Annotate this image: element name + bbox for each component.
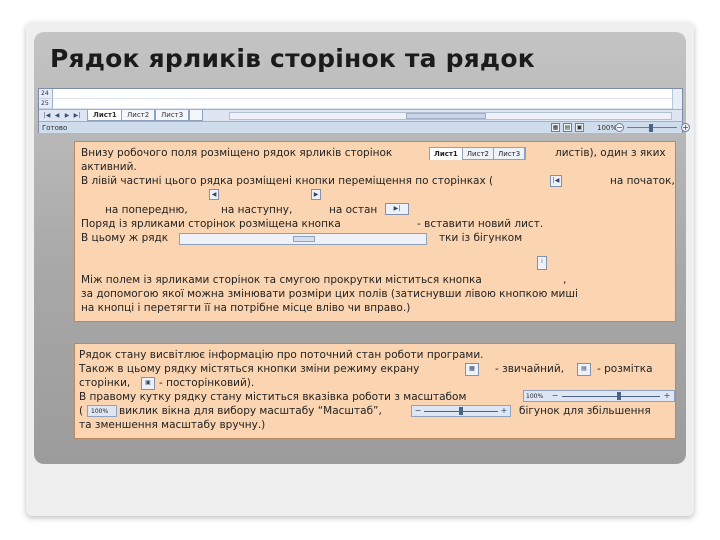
text-line: на наступну, [221, 204, 293, 216]
text-line: Рядок стану висвітлює інформацію про пот… [79, 349, 484, 361]
text-line: на кнопці і перетягти її на потрібне міс… [81, 302, 411, 314]
zoom-slider-image: − + [411, 405, 511, 417]
zoom-label: 100% [526, 393, 544, 400]
text-line: на попередню, [105, 204, 188, 216]
page-break-view-icon: ▣ [141, 377, 155, 390]
zoom-in-icon: + [500, 406, 508, 415]
zoom-button-image: 100% [87, 405, 117, 417]
normal-view-icon[interactable]: ▦ [551, 123, 560, 132]
zoom-knob-image [459, 407, 464, 415]
normal-view-icon: ▦ [465, 363, 479, 376]
text-line: ( [79, 405, 84, 417]
zoom-knob-image [617, 392, 621, 400]
text-line: Поряд із ярликами сторінок розміщена кно… [81, 218, 341, 230]
text-line: - звичайний, [495, 363, 565, 375]
zoom-slider-knob[interactable] [649, 124, 653, 132]
grid-line [53, 98, 672, 99]
next-sheet-icon: ▶ [311, 189, 321, 200]
mini-sheet-tab: Лист3 [494, 148, 526, 160]
text-line: активний. [81, 161, 137, 173]
zoom-out-button[interactable]: − [615, 123, 624, 132]
last-sheet-button[interactable]: ▶| [73, 112, 81, 120]
text-line: тки із бігунком [439, 232, 523, 244]
first-sheet-icon: |◀ [550, 175, 562, 187]
text-line: - посторінковий). [159, 377, 255, 389]
scroll-thumb-image [293, 236, 316, 242]
slide-title: Рядок ярликів сторінок та рядок [50, 44, 535, 73]
mini-sheet-tab: Лист1 [430, 148, 463, 160]
zoom-slider-image: 100% − + [523, 390, 675, 402]
sheet-tab[interactable]: Лист2 [121, 110, 156, 121]
sheet-tab[interactable]: Лист1 [87, 110, 123, 121]
status-text: Готово [42, 124, 68, 132]
row-number: 25 [39, 99, 53, 109]
prev-sheet-icon: ◀ [209, 189, 219, 200]
text-line: листів), один з яких [555, 147, 666, 159]
text-line: за допомогою якої можна змінювати розмір… [81, 288, 578, 300]
zoom-in-button[interactable]: + [681, 123, 690, 132]
text-line: - розмітка [597, 363, 653, 375]
text-line: - вставити новий лист. [417, 218, 544, 230]
text-line: В лівій частині цього рядка розміщені кн… [81, 175, 494, 187]
status-bar-description: Рядок стану висвітлює інформацію про пот… [74, 343, 676, 439]
horizontal-scrollbar[interactable] [229, 112, 672, 120]
split-handle-icon: ⁞ [537, 256, 547, 270]
page-layout-view-icon: ▤ [577, 363, 591, 376]
zoom-level[interactable]: 100% [597, 123, 617, 133]
sheet-tab-bar: |◀ ◀ ▶ ▶| Лист1 Лист2 Лист3 [39, 109, 682, 121]
zoom-in-icon: + [663, 391, 671, 400]
text-line: сторінки, [79, 377, 131, 389]
page-layout-view-icon[interactable]: ▤ [563, 123, 572, 132]
first-sheet-button[interactable]: |◀ [43, 112, 51, 120]
mini-sheet-tab: Лист2 [463, 148, 494, 160]
text-line: В правому кутку рядку стану міститься вк… [79, 391, 467, 403]
sheet-tab[interactable]: Лист3 [155, 110, 190, 121]
status-bar: Готово ▦ ▤ ▣ 100% − + [39, 121, 690, 133]
scrollbar-image [179, 233, 427, 245]
vertical-scrollbar[interactable] [672, 89, 682, 109]
page-break-view-icon[interactable]: ▣ [575, 123, 584, 132]
text-line: на остан [329, 204, 378, 216]
zoom-track-image [562, 396, 660, 397]
text-line: , [563, 274, 567, 286]
prev-sheet-button[interactable]: ◀ [53, 112, 61, 120]
text-line: та зменшення масштабу вручну.) [79, 419, 266, 431]
text-line: Між полем із ярликами сторінок та смугою… [81, 274, 482, 286]
next-sheet-button[interactable]: ▶ [63, 112, 71, 120]
grid-rows: 24 25 [39, 89, 682, 109]
insert-sheet-button[interactable] [189, 110, 203, 121]
row-number: 24 [39, 89, 53, 99]
zoom-out-icon: − [414, 406, 422, 415]
sheet-tabs-image: Лист1 Лист2 Лист3 [429, 147, 527, 160]
text-line: Внизу робочого поля розміщено рядок ярли… [81, 147, 393, 159]
text-line: на початок, [610, 175, 675, 187]
sheet-tabs-description: Внизу робочого поля розміщено рядок ярли… [74, 141, 676, 322]
zoom-out-icon: − [551, 391, 559, 400]
text-line: бігунок для збільшення [519, 405, 651, 417]
text-line: виклик вікна для вибору масштабу “Масшта… [119, 405, 382, 417]
excel-screenshot: 24 25 |◀ ◀ ▶ ▶| Лист1 Лист2 Лист3 Готово… [38, 88, 690, 133]
text-line: В цьому ж рядк [81, 232, 169, 244]
text-line: Також в цьому рядку містяться кнопки змі… [79, 363, 420, 375]
insert-sheet-icon: ▶| [385, 203, 409, 215]
scroll-thumb[interactable] [406, 113, 487, 119]
